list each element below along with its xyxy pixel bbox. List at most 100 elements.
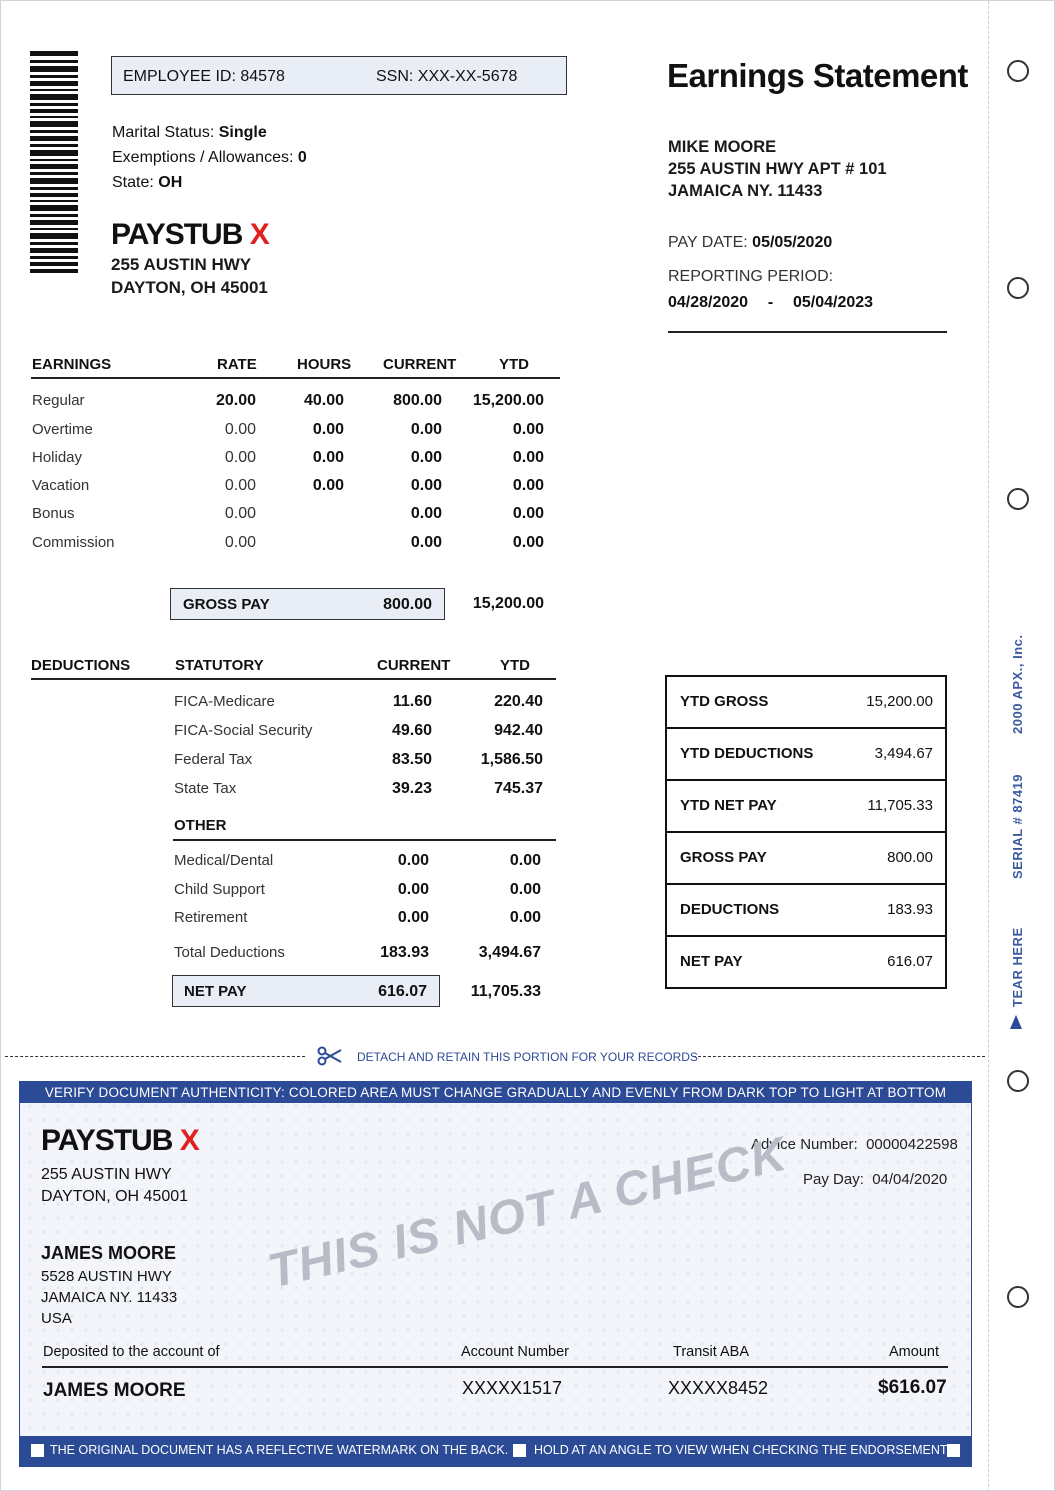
hole-punch-icon: [1007, 488, 1029, 510]
ytd-header: YTD: [499, 356, 529, 373]
current-header: CURRENT: [383, 356, 457, 373]
detach-line: [693, 1056, 985, 1057]
deduction-ytd: 745.37: [494, 780, 543, 797]
divider: [31, 377, 560, 379]
divider: [42, 1366, 948, 1368]
earning-hours: 0.00: [312, 449, 344, 466]
ssn: SSN: XXX-XX-5678: [376, 68, 518, 85]
checkbox-icon: [31, 1444, 44, 1457]
earning-ytd: 15,200.00: [472, 392, 544, 409]
earning-rate: 0.00: [224, 477, 256, 494]
exemptions: 0: [297, 149, 307, 166]
deduction-label: Federal Tax: [174, 751, 253, 768]
hole-punch-icon: [1007, 1070, 1029, 1092]
earning-current: 0.00: [410, 534, 442, 551]
company-address: 255 AUSTIN HWY DAYTON, OH 45001: [111, 255, 268, 297]
earning-ytd: 0.00: [512, 449, 544, 466]
checkbox-icon: [513, 1444, 526, 1457]
detach-text: DETACH AND RETAIN THIS PORTION FOR YOUR …: [357, 1050, 698, 1064]
account-label: Account Number: [461, 1344, 569, 1360]
gross-pay-label: GROSS PAY: [183, 596, 270, 613]
total-deductions-current: 183.93: [380, 944, 429, 961]
gross-pay-ytd: 15,200.00: [472, 595, 544, 612]
earnings-header: EARNINGS: [32, 356, 112, 373]
earning-rate: 0.00: [224, 505, 256, 522]
earning-label: Bonus: [32, 505, 75, 522]
earning-rate: 0.00: [224, 421, 256, 438]
deduction-ytd: 0.00: [509, 852, 541, 869]
deduction-label: State Tax: [174, 780, 237, 797]
deductions-header: DEDUCTIONS: [31, 657, 131, 674]
deduction-current: 0.00: [397, 881, 429, 898]
tear-strip: [988, 1, 990, 1491]
deduction-current: 39.23: [391, 780, 432, 797]
net-pay-label: NET PAY: [184, 983, 247, 1000]
summary-row: YTD NET PAY 11,705.33: [667, 781, 945, 833]
hole-punch-icon: [1007, 277, 1029, 299]
rate-header: RATE: [217, 356, 257, 373]
earning-ytd: 0.00: [512, 421, 544, 438]
summary-row: GROSS PAY 800.00: [667, 833, 945, 885]
deduction-current: 0.00: [397, 852, 429, 869]
hole-punch-icon: [1007, 60, 1029, 82]
state: OH: [158, 174, 183, 191]
security-footer: THE ORIGINAL DOCUMENT HAS A REFLECTIVE W…: [20, 1436, 971, 1466]
earning-label: Regular: [32, 392, 85, 409]
hole-punch-icon: [1007, 1286, 1029, 1308]
reporting-period-label: REPORTING PERIOD:: [668, 268, 834, 285]
deposit-name: JAMES MOORE: [43, 1380, 186, 1401]
deduction-ytd: 0.00: [509, 909, 541, 926]
deduction-ytd: 0.00: [509, 881, 541, 898]
employee-id: EMPLOYEE ID: 84578: [123, 68, 285, 85]
deduction-ytd: 1,586.50: [480, 751, 543, 768]
earning-hours: 0.00: [312, 477, 344, 494]
company-logo: PAYSTUB X: [41, 1124, 200, 1157]
earnings-statement-page: EMPLOYEE ID: 84578 SSN: XXX-XX-5678 Mari…: [0, 0, 1055, 1491]
barcode-icon: [30, 51, 78, 273]
earning-ytd: 0.00: [512, 534, 544, 551]
employee-id-box: EMPLOYEE ID: 84578 SSN: XXX-XX-5678: [111, 56, 567, 95]
detach-line: [5, 1056, 305, 1057]
pay-date: PAY DATE: 05/05/2020: [668, 234, 833, 251]
earning-label: Overtime: [32, 421, 93, 438]
earning-label: Commission: [32, 534, 115, 551]
earning-ytd: 0.00: [512, 477, 544, 494]
earning-current: 0.00: [410, 449, 442, 466]
summary-row: YTD DEDUCTIONS 3,494.67: [667, 729, 945, 781]
marital-status: Single: [218, 124, 267, 141]
earning-current: 800.00: [393, 392, 442, 409]
deduction-label: Medical/Dental: [174, 852, 274, 869]
deduction-label: Child Support: [174, 881, 265, 898]
check-stub: VERIFY DOCUMENT AUTHENTICITY: COLORED AR…: [19, 1081, 972, 1467]
pay-day: Pay Day: 04/04/2020: [803, 1171, 948, 1188]
earning-rate: 0.00: [224, 534, 256, 551]
earning-ytd: 0.00: [512, 505, 544, 522]
serial-text: SERIAL # 87419: [1010, 773, 1025, 879]
earning-rate: 20.00: [215, 392, 256, 409]
statutory-header: STATUTORY: [175, 657, 264, 674]
net-pay-ytd: 11,705.33: [470, 983, 541, 1000]
deposit-label: Deposited to the account of: [43, 1344, 220, 1360]
arrow-up-icon: [1010, 1015, 1022, 1029]
summary-box: YTD GROSS 15,200.00 YTD DEDUCTIONS 3,494.6…: [665, 675, 947, 989]
deduction-current: 49.60: [391, 722, 432, 739]
net-pay-current: 616.07: [378, 983, 427, 1000]
deduction-current: 83.50: [391, 751, 432, 768]
summary-row: NET PAY 616.07: [680, 953, 933, 970]
payee-address: 5528 AUSTIN HWY JAMAICA NY. 11433 USA: [41, 1268, 178, 1327]
deduction-label: FICA-Medicare: [174, 693, 275, 710]
earning-current: 0.00: [410, 477, 442, 494]
earning-current: 0.00: [410, 421, 442, 438]
total-deductions-ytd: 3,494.67: [478, 944, 541, 961]
deduction-label: FICA-Social Security: [174, 722, 313, 739]
divider: [668, 331, 947, 333]
account-number: XXXXX1517: [462, 1378, 563, 1398]
gross-pay-current: 800.00: [383, 596, 432, 613]
employee-address: MIKE MOORE 255 AUSTIN HWY APT # 101 JAMA…: [668, 138, 887, 200]
deductions-ytd-header: YTD: [500, 657, 530, 674]
deduction-ytd: 942.40: [494, 722, 543, 739]
payee-name: JAMES MOORE: [41, 1243, 177, 1263]
authenticity-banner: VERIFY DOCUMENT AUTHENTICITY: COLORED AR…: [20, 1082, 971, 1103]
checkbox-icon: [947, 1444, 960, 1457]
gross-pay-box: GROSS PAY 800.00: [170, 588, 445, 620]
